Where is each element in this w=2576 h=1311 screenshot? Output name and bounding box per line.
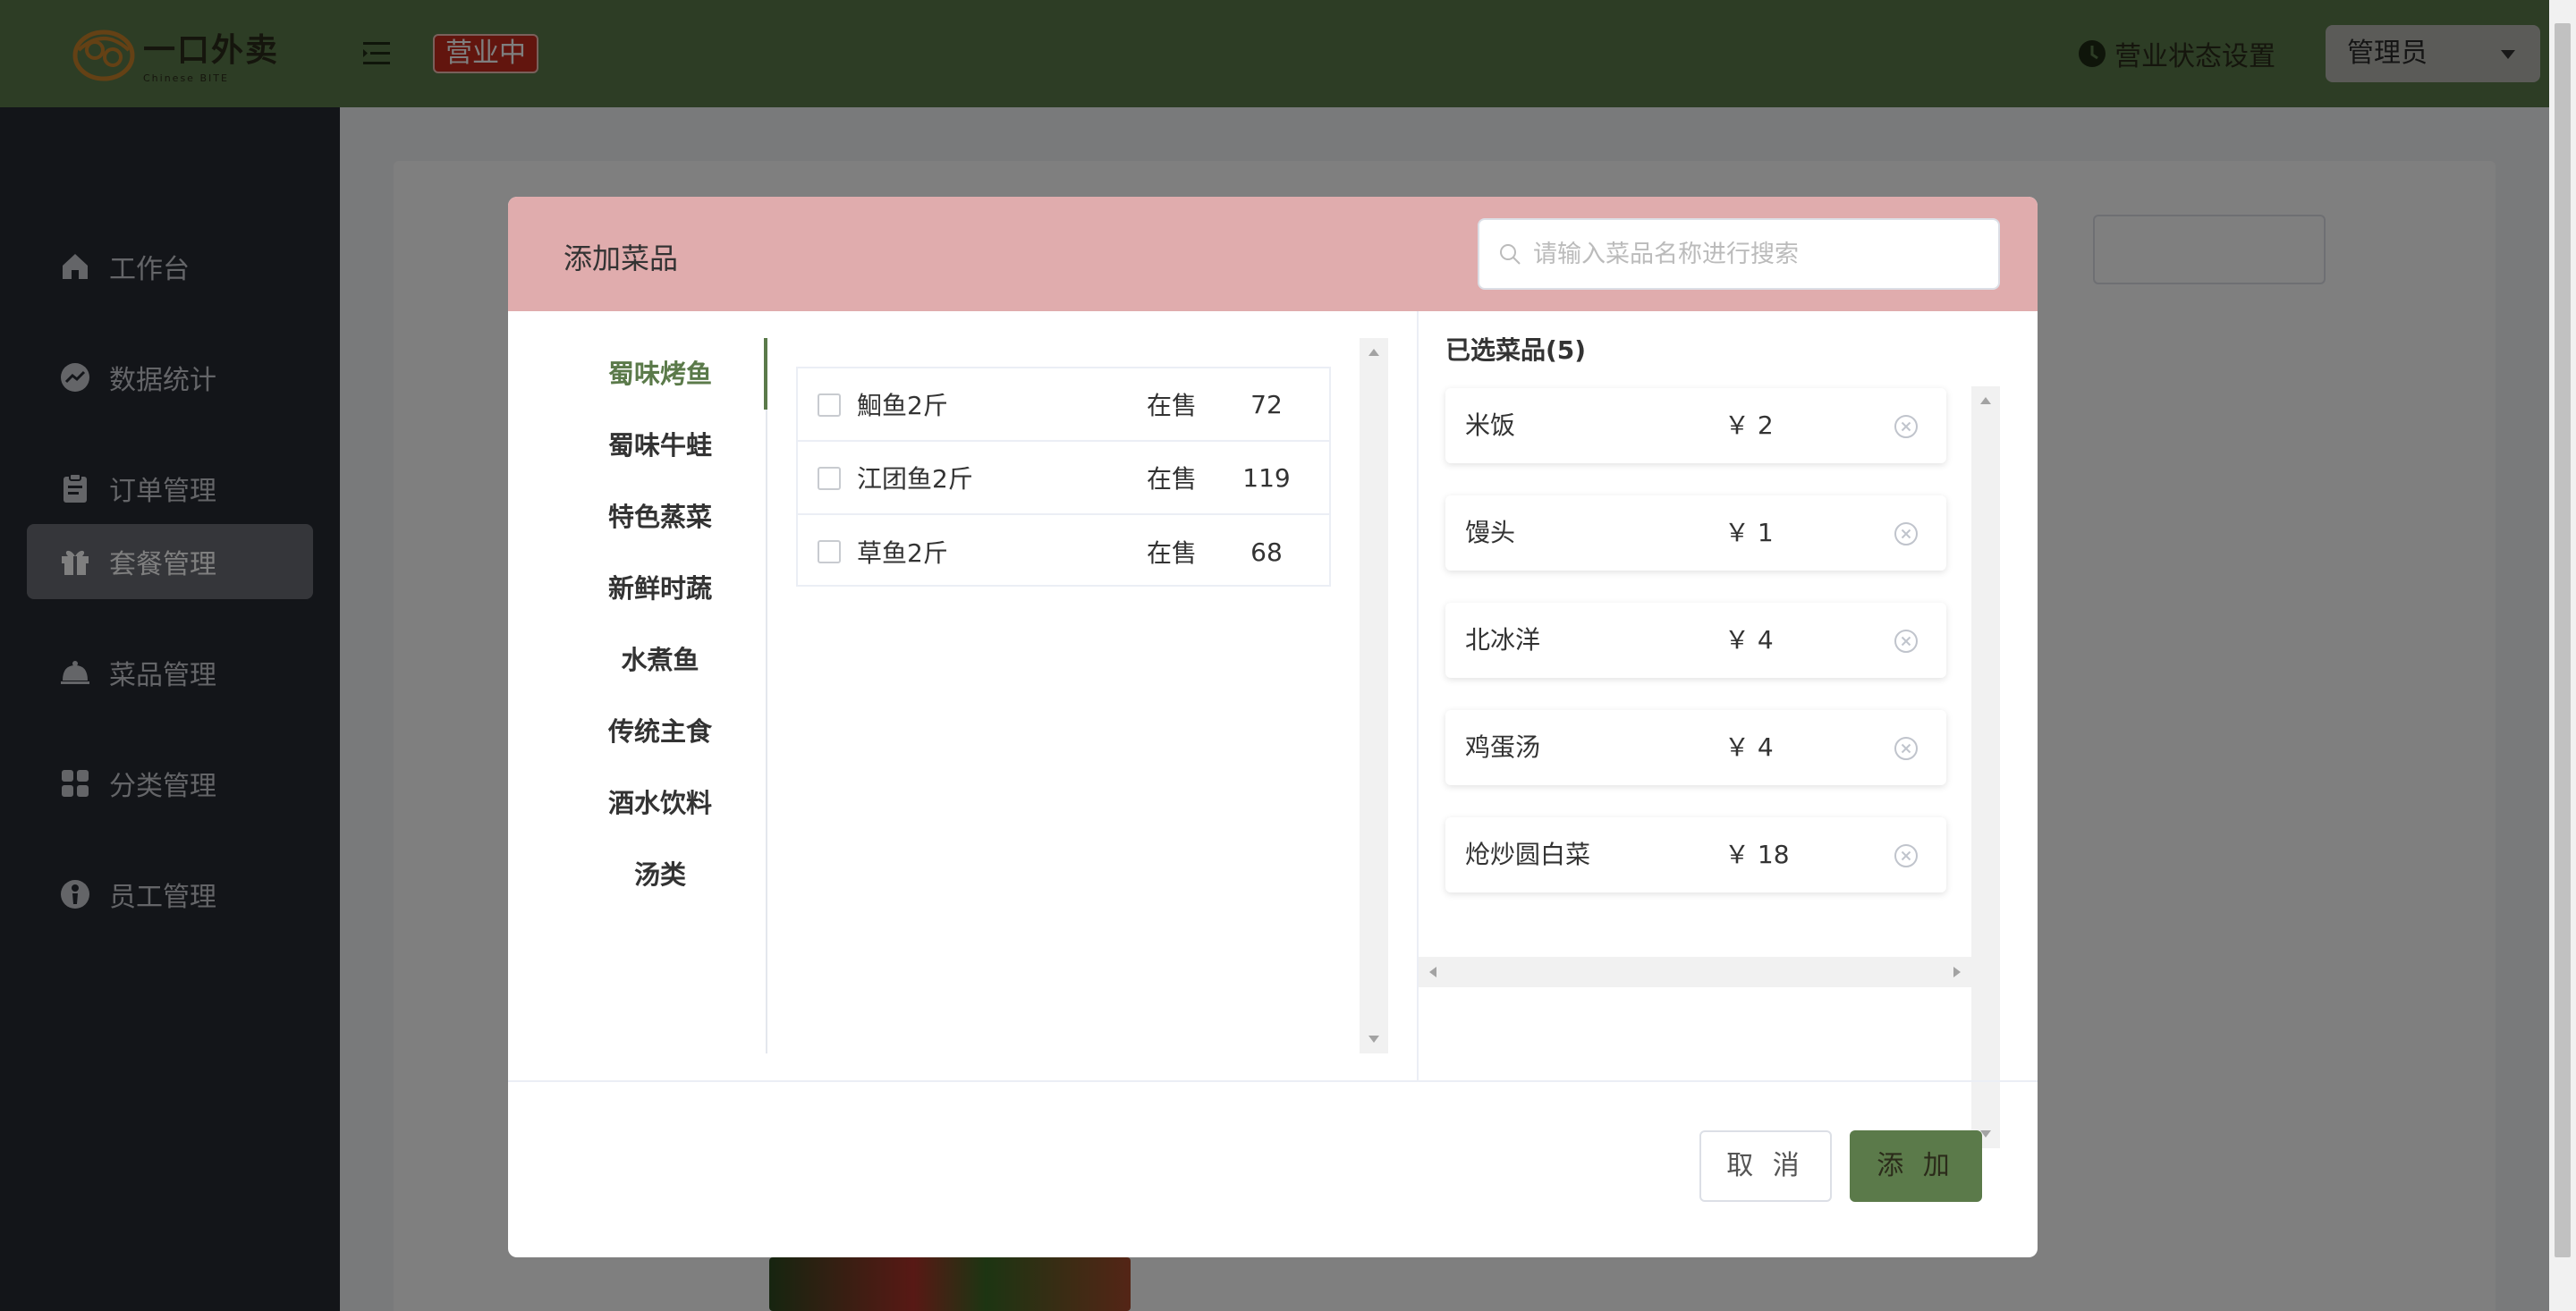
category-item[interactable]: 新鲜时蔬 — [508, 553, 767, 624]
dialog-header: 添加菜品 — [508, 197, 2038, 311]
selected-dish-item: 炝炒圆白菜 ￥ 18 — [1445, 817, 1946, 892]
dialog-title: 添加菜品 — [564, 241, 679, 275]
selected-dish-price: ￥ 2 — [1724, 410, 1774, 440]
selected-dish-item: 鸡蛋汤 ￥ 4 — [1445, 710, 1946, 785]
selected-dish-item: 米饭 ￥ 2 — [1445, 388, 1946, 463]
scroll-up-icon[interactable] — [1980, 397, 1991, 404]
dish-name: 鮰鱼2斤 — [857, 391, 948, 420]
selected-dishes-title: 已选菜品(5) — [1445, 335, 1587, 365]
dish-row[interactable]: 草鱼2斤 在售 68 — [798, 515, 1329, 588]
add-dish-dialog: 添加菜品 蜀味烤鱼 蜀味牛蛙 特色蒸菜 新鲜时蔬 水煮鱼 传统主食 酒水饮料 汤… — [508, 197, 2038, 1257]
scroll-up-icon[interactable] — [1368, 349, 1379, 356]
dish-checkbox[interactable] — [818, 467, 841, 490]
dish-price: 119 — [1242, 462, 1291, 493]
selected-dish-name: 鸡蛋汤 — [1465, 732, 1541, 762]
dish-price: 68 — [1250, 537, 1283, 567]
remove-circle-icon[interactable] — [1893, 628, 1919, 655]
dish-list-scrollbar[interactable] — [1360, 338, 1388, 1053]
category-item[interactable]: 汤类 — [508, 839, 767, 910]
dish-status: 在售 — [1147, 464, 1198, 494]
category-item[interactable]: 蜀味烤鱼 — [508, 338, 767, 410]
remove-circle-icon[interactable] — [1893, 735, 1919, 762]
dish-checkbox[interactable] — [818, 540, 841, 563]
selected-dish-item: 北冰洋 ￥ 4 — [1445, 603, 1946, 678]
dish-status: 在售 — [1147, 538, 1198, 568]
cancel-button[interactable]: 取 消 — [1699, 1130, 1832, 1202]
dish-search-input[interactable] — [1533, 240, 1980, 268]
scroll-left-icon[interactable] — [1429, 967, 1436, 977]
category-label: 汤类 — [633, 859, 686, 890]
category-label: 蜀味牛蛙 — [607, 430, 712, 461]
selected-dish-name: 馒头 — [1465, 518, 1516, 547]
dish-row[interactable]: 鮰鱼2斤 在售 72 — [798, 368, 1329, 442]
remove-circle-icon[interactable] — [1893, 520, 1919, 547]
search-icon — [1500, 244, 1521, 265]
selected-list-hscrollbar[interactable] — [1419, 957, 1971, 987]
category-label: 酒水饮料 — [607, 788, 712, 818]
category-item[interactable]: 传统主食 — [508, 696, 767, 767]
selected-dish-price: ￥ 18 — [1724, 840, 1790, 869]
page-scrollbar[interactable] — [2549, 0, 2576, 1311]
dialog-footer-divider — [508, 1080, 2038, 1082]
dish-status: 在售 — [1147, 391, 1198, 420]
selected-list-scrollbar[interactable] — [1971, 386, 2000, 1148]
selected-dish-name: 米饭 — [1465, 410, 1516, 440]
category-label: 新鲜时蔬 — [607, 573, 712, 604]
dish-name: 江团鱼2斤 — [857, 464, 973, 494]
category-label: 传统主食 — [607, 716, 712, 747]
selected-dish-name: 北冰洋 — [1465, 625, 1541, 655]
dish-price: 72 — [1250, 389, 1283, 419]
scroll-right-icon[interactable] — [1953, 967, 1961, 977]
category-item[interactable]: 酒水饮料 — [508, 767, 767, 839]
add-button[interactable]: 添 加 — [1850, 1130, 1982, 1202]
selected-dish-price: ￥ 4 — [1724, 625, 1774, 655]
dish-name: 草鱼2斤 — [857, 538, 948, 568]
selected-dish-item: 馒头 ￥ 1 — [1445, 495, 1946, 571]
selected-dish-price: ￥ 1 — [1724, 518, 1774, 547]
selected-dish-price: ￥ 4 — [1724, 732, 1774, 762]
scroll-down-icon[interactable] — [1368, 1036, 1379, 1043]
category-item[interactable]: 特色蒸菜 — [508, 481, 767, 553]
dish-row[interactable]: 江团鱼2斤 在售 119 — [798, 442, 1329, 515]
category-label: 蜀味烤鱼 — [607, 359, 712, 389]
dish-list: 鮰鱼2斤 在售 72 江团鱼2斤 在售 119 草鱼2斤 在售 68 — [796, 367, 1331, 587]
remove-circle-icon[interactable] — [1893, 842, 1919, 869]
category-label: 水煮鱼 — [621, 645, 699, 675]
category-label: 特色蒸菜 — [607, 502, 712, 532]
category-item[interactable]: 蜀味牛蛙 — [508, 410, 767, 481]
page-scrollbar-thumb[interactable] — [2555, 23, 2571, 1257]
category-item[interactable]: 水煮鱼 — [508, 624, 767, 696]
dish-checkbox[interactable] — [818, 393, 841, 417]
selected-dish-name: 炝炒圆白菜 — [1465, 840, 1591, 869]
remove-circle-icon[interactable] — [1893, 413, 1919, 440]
dish-search-box[interactable] — [1478, 218, 2000, 290]
